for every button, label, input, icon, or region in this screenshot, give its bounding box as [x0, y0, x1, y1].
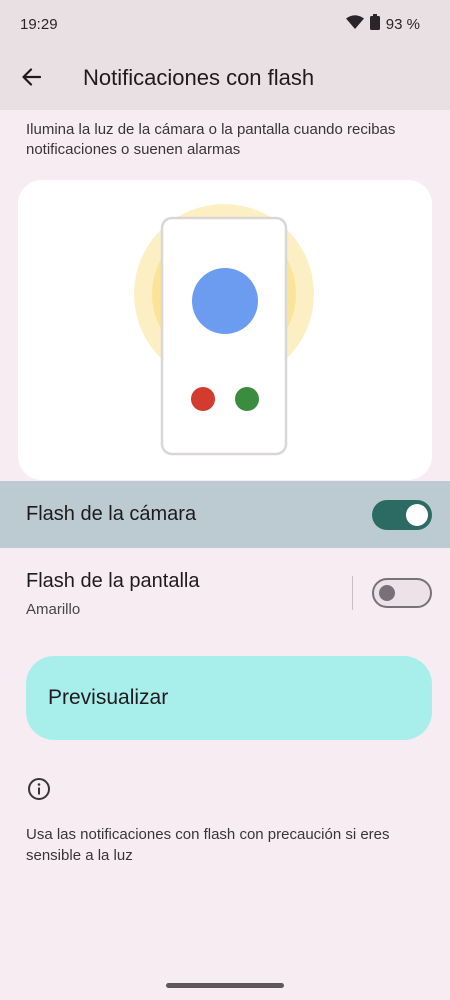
screen-flash-row[interactable]: Flash de la pantalla Amarillo [0, 560, 450, 630]
screen-flash-toggle[interactable] [372, 578, 432, 608]
status-time: 19:29 [20, 16, 58, 33]
page-title: Notificaciones con flash [83, 65, 315, 90]
description-text: Ilumina la luz de la cámara o la pantall… [26, 121, 396, 158]
status-icons: 93 % [345, 14, 420, 34]
camera-flash-toggle[interactable] [372, 500, 432, 530]
status-bar: 19:29 93 % [0, 0, 450, 48]
toggle-knob [379, 585, 395, 601]
screen-flash-color: Amarillo [26, 601, 81, 618]
battery-percent: 93 % [385, 15, 420, 33]
preview-button[interactable]: Previsualizar [26, 656, 432, 740]
arrow-back-icon [21, 67, 42, 92]
preview-button-label: Previsualizar [48, 686, 169, 709]
gesture-nav-handle[interactable] [166, 983, 284, 988]
wifi-icon [345, 15, 364, 33]
phone-green-dot [235, 387, 259, 411]
phone-outline [160, 216, 288, 456]
app-bar: Notificaciones con flash [0, 48, 450, 110]
phone-red-dot [191, 387, 215, 411]
camera-flash-label: Flash de la cámara [26, 503, 197, 525]
camera-flash-row[interactable]: Flash de la cámara [0, 481, 450, 548]
screen-flash-label: Flash de la pantalla [26, 570, 200, 592]
info-icon [27, 777, 51, 801]
back-button[interactable] [14, 62, 48, 96]
battery-icon [369, 14, 380, 34]
toggle-knob [406, 504, 428, 526]
warning-text: Usa las notificaciones con flash con pre… [26, 826, 390, 864]
phone-illustration [134, 204, 314, 456]
flash-illustration [18, 180, 432, 480]
row-divider [352, 576, 353, 610]
phone-avatar-dot [192, 268, 258, 334]
